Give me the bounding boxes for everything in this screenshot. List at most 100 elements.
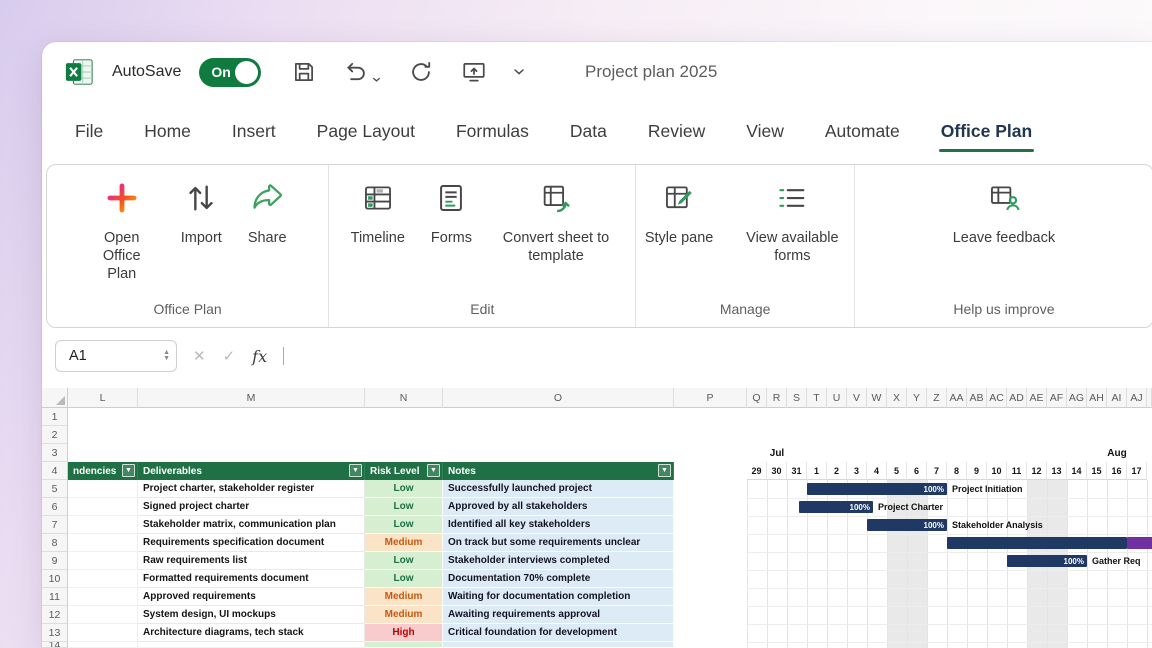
column-header-AD[interactable]: AD — [1007, 388, 1027, 408]
cell-deliverable[interactable] — [138, 642, 365, 648]
column-header-O[interactable]: O — [443, 388, 674, 408]
row-header-6[interactable]: 6 — [42, 498, 68, 516]
cell-notes[interactable] — [443, 642, 674, 648]
cell-dependencies[interactable] — [68, 624, 138, 642]
column-header-T[interactable]: T — [807, 388, 827, 408]
cell-dependencies[interactable] — [68, 516, 138, 534]
day-header-cell[interactable]: 14 — [1067, 462, 1087, 480]
column-header-M[interactable]: M — [138, 388, 365, 408]
refresh-icon[interactable] — [408, 59, 434, 85]
day-header-cell[interactable]: 31 — [787, 462, 807, 480]
name-box-stepper[interactable]: ▲▼ — [163, 350, 170, 362]
ribbon-button-style-pane[interactable]: Style pane — [645, 181, 714, 247]
tab-view[interactable]: View — [746, 121, 784, 142]
cell-deliverable[interactable]: Signed project charter — [138, 498, 365, 516]
tab-automate[interactable]: Automate — [825, 121, 900, 142]
row-header-14[interactable]: 14 — [42, 642, 68, 648]
cell-deliverable[interactable]: Raw requirements list — [138, 552, 365, 570]
column-header-AG[interactable]: AG — [1067, 388, 1087, 408]
tab-data[interactable]: Data — [570, 121, 607, 142]
ribbon-button-convert-sheet-to-template[interactable]: Convert sheet to template — [498, 181, 614, 265]
column-header-N[interactable]: N — [365, 388, 443, 408]
undo-button[interactable] — [343, 59, 382, 85]
day-header-cell[interactable]: 11 — [1007, 462, 1027, 480]
row-header-10[interactable]: 10 — [42, 570, 68, 588]
column-header-AJ[interactable]: AJ — [1127, 388, 1147, 408]
cell-notes[interactable]: Identified all key stakeholders — [443, 516, 674, 534]
cell-dependencies[interactable] — [68, 570, 138, 588]
column-header-AC[interactable]: AC — [987, 388, 1007, 408]
day-header-cell[interactable]: 16 — [1107, 462, 1127, 480]
cell-dependencies[interactable] — [68, 606, 138, 624]
tab-home[interactable]: Home — [144, 121, 191, 142]
cell-dependencies[interactable] — [68, 480, 138, 498]
column-header-U[interactable]: U — [827, 388, 847, 408]
day-header-cell[interactable]: 30 — [767, 462, 787, 480]
filter-button-risk-level[interactable]: ▼ — [427, 464, 440, 477]
day-header-cell[interactable]: 17 — [1127, 462, 1147, 480]
cancel-formula-icon[interactable]: ✕ — [193, 347, 206, 365]
tab-formulas[interactable]: Formulas — [456, 121, 529, 142]
column-header-Z[interactable]: Z — [927, 388, 947, 408]
day-header-cell[interactable]: 5 — [887, 462, 907, 480]
day-header-cell[interactable]: 29 — [747, 462, 767, 480]
row-header-13[interactable]: 13 — [42, 624, 68, 642]
day-header-cell[interactable]: 4 — [867, 462, 887, 480]
ribbon-button-leave-feedback[interactable]: Leave feedback — [953, 181, 1055, 247]
tab-office-plan[interactable]: Office Plan — [941, 121, 1032, 142]
column-header-Y[interactable]: Y — [907, 388, 927, 408]
cell-risk-level[interactable]: Medium — [365, 606, 443, 624]
cell-deliverable[interactable]: Project charter, stakeholder register — [138, 480, 365, 498]
column-header-V[interactable]: V — [847, 388, 867, 408]
cell-notes[interactable]: On track but some requirements unclear — [443, 534, 674, 552]
select-all-corner[interactable] — [42, 388, 68, 408]
row-header-4[interactable]: 4 — [42, 462, 68, 480]
day-header-cell[interactable]: 9 — [967, 462, 987, 480]
cell-risk-level[interactable] — [365, 642, 443, 648]
cell-deliverable[interactable]: Formatted requirements document — [138, 570, 365, 588]
row-header-11[interactable]: 11 — [42, 588, 68, 606]
column-header-W[interactable]: W — [867, 388, 887, 408]
ribbon-button-share[interactable]: Share — [248, 181, 287, 247]
row-header-1[interactable]: 1 — [42, 408, 68, 426]
day-header-cell[interactable]: 15 — [1087, 462, 1107, 480]
cell-risk-level[interactable]: Low — [365, 498, 443, 516]
filter-button-deliverables[interactable]: ▼ — [349, 464, 362, 477]
cell-risk-level[interactable]: Low — [365, 480, 443, 498]
row-header-7[interactable]: 7 — [42, 516, 68, 534]
name-box[interactable]: A1 ▲▼ — [55, 340, 177, 372]
cell-deliverable[interactable]: System design, UI mockups — [138, 606, 365, 624]
cell-notes[interactable]: Successfully launched project — [443, 480, 674, 498]
column-header-AH[interactable]: AH — [1087, 388, 1107, 408]
day-header-cell[interactable]: 6 — [907, 462, 927, 480]
column-header-AI[interactable]: AI — [1107, 388, 1127, 408]
tab-review[interactable]: Review — [648, 121, 705, 142]
insert-function-icon[interactable]: fx — [252, 347, 267, 366]
day-header-cell[interactable]: 10 — [987, 462, 1007, 480]
cell-deliverable[interactable]: Stakeholder matrix, communication plan — [138, 516, 365, 534]
filter-button-notes[interactable]: ▼ — [658, 464, 671, 477]
tab-page-layout[interactable]: Page Layout — [317, 121, 415, 142]
ribbon-button-forms[interactable]: Forms — [431, 181, 472, 247]
column-header-L[interactable]: L — [68, 388, 138, 408]
row-header-3[interactable]: 3 — [42, 444, 68, 462]
ribbon-button-open-office-plan[interactable]: Open Office Plan — [89, 181, 155, 283]
column-header-Q[interactable]: Q — [747, 388, 767, 408]
row-header-12[interactable]: 12 — [42, 606, 68, 624]
column-header-S[interactable]: S — [787, 388, 807, 408]
day-header-cell[interactable]: 2 — [827, 462, 847, 480]
row-header-2[interactable]: 2 — [42, 426, 68, 444]
ribbon-button-timeline[interactable]: Timeline — [351, 181, 405, 247]
cell-dependencies[interactable] — [68, 498, 138, 516]
cell-risk-level[interactable]: Low — [365, 552, 443, 570]
cell-deliverable[interactable]: Architecture diagrams, tech stack — [138, 624, 365, 642]
table-header-notes[interactable]: Notes▼ — [443, 462, 674, 480]
cell-risk-level[interactable]: Low — [365, 516, 443, 534]
tab-file[interactable]: File — [75, 121, 103, 142]
save-icon[interactable] — [291, 59, 317, 85]
cell-risk-level[interactable]: High — [365, 624, 443, 642]
present-icon[interactable] — [460, 59, 488, 85]
day-header-cell[interactable]: 8 — [947, 462, 967, 480]
column-header-P[interactable]: P — [674, 388, 747, 408]
cell-notes[interactable]: Critical foundation for development — [443, 624, 674, 642]
